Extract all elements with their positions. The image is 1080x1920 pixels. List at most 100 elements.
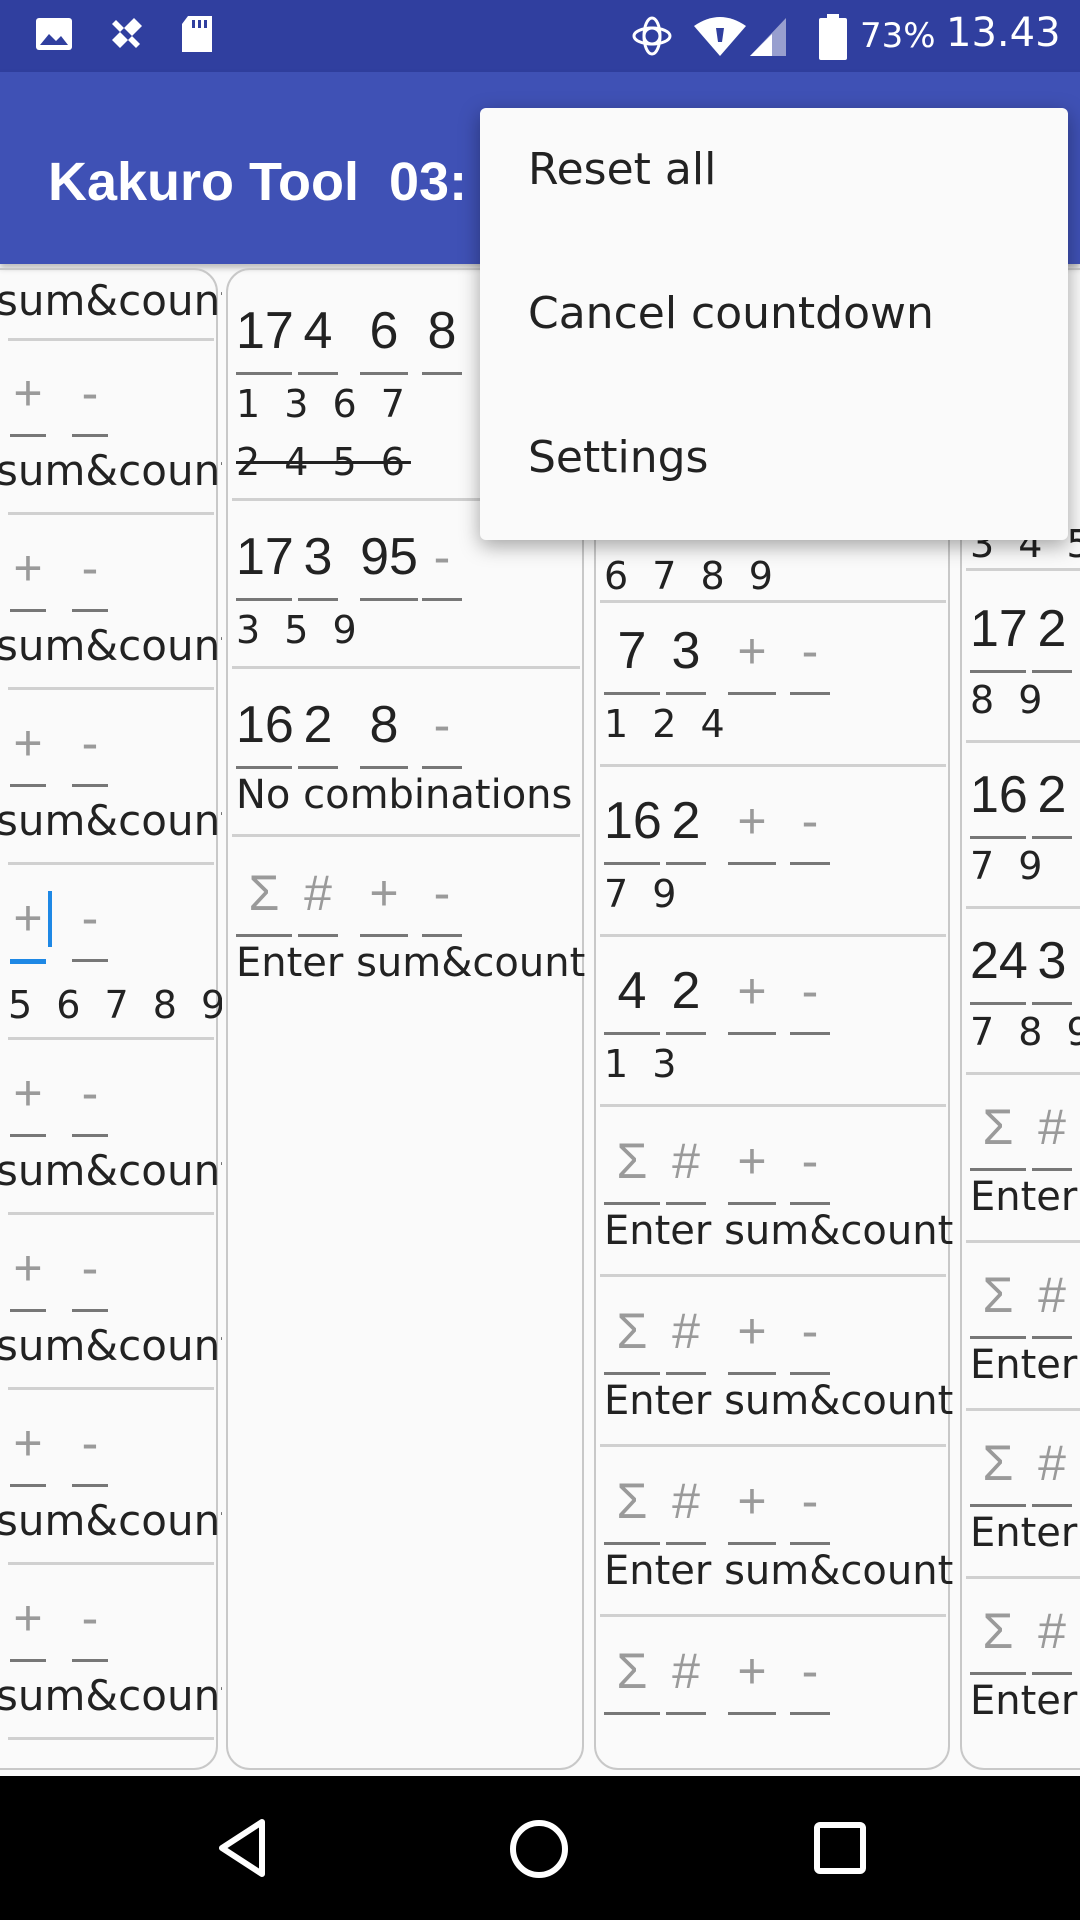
- include-field[interactable]: +: [10, 358, 46, 437]
- menu-item-settings[interactable]: Settings: [480, 396, 1068, 540]
- sum-field[interactable]: Σ: [236, 858, 292, 937]
- status-note: sum&count: [0, 1146, 222, 1195]
- exclude-field[interactable]: -: [72, 358, 108, 437]
- exclude-field[interactable]: -: [790, 1466, 830, 1545]
- menu-item-label: Cancel countdown: [528, 288, 934, 339]
- input-row: Σ # + -: [236, 846, 536, 946]
- sum-field[interactable]: Σ: [604, 1126, 660, 1205]
- row-divider: [600, 1274, 946, 1277]
- combination-list: 7 8 9: [970, 1010, 1080, 1054]
- include-field[interactable]: +: [728, 1466, 776, 1545]
- exclude-field[interactable]: -: [72, 533, 108, 612]
- include-field[interactable]: +: [728, 1126, 776, 1205]
- count-field[interactable]: #: [666, 1636, 706, 1715]
- exclude-field[interactable]: -: [790, 616, 830, 695]
- sum-field[interactable]: 16: [604, 786, 662, 865]
- exclude-field[interactable]: 8: [422, 296, 462, 375]
- include-field[interactable]: 95: [360, 522, 418, 601]
- include-field[interactable]: +: [728, 1636, 776, 1715]
- count-field[interactable]: #: [298, 858, 338, 937]
- count-field[interactable]: 2: [1032, 760, 1072, 839]
- row-divider: [966, 906, 1080, 909]
- exclude-field[interactable]: -: [790, 1636, 830, 1715]
- column-1: sum&count + - sum&count + - sum&count + - sum&cou…: [0, 264, 222, 1776]
- sum-field[interactable]: 17: [970, 594, 1028, 673]
- exclude-field[interactable]: -: [422, 858, 462, 937]
- exclude-field[interactable]: -: [790, 1296, 830, 1375]
- sum-field[interactable]: 16: [236, 690, 294, 769]
- count-field[interactable]: 2: [666, 786, 706, 865]
- include-field[interactable]: +: [10, 708, 46, 787]
- count-field[interactable]: #: [1032, 1092, 1072, 1171]
- sum-field[interactable]: 16: [970, 760, 1028, 839]
- tools-icon: [112, 18, 142, 48]
- include-field[interactable]: +: [728, 786, 776, 865]
- include-field[interactable]: 8: [360, 690, 408, 769]
- include-field[interactable]: +: [10, 883, 52, 964]
- status-note: sum&count: [0, 1321, 222, 1370]
- exclude-field[interactable]: -: [790, 1126, 830, 1205]
- exclude-field[interactable]: -: [422, 522, 462, 601]
- count-field[interactable]: #: [1032, 1428, 1072, 1507]
- status-note: Enter: [970, 1510, 1078, 1556]
- count-field[interactable]: #: [666, 1296, 706, 1375]
- include-field[interactable]: +: [360, 858, 408, 937]
- menu-item-reset-all[interactable]: Reset all: [480, 108, 1068, 252]
- sum-field[interactable]: 4: [604, 956, 660, 1035]
- exclude-field[interactable]: -: [790, 786, 830, 865]
- combination-list: 5 6 7 8 9: [8, 983, 222, 1027]
- include-field[interactable]: +: [10, 1408, 46, 1487]
- count-field[interactable]: #: [1032, 1260, 1072, 1339]
- home-icon[interactable]: [508, 1818, 570, 1880]
- sum-field[interactable]: Σ: [604, 1636, 660, 1715]
- row-divider: [8, 862, 214, 865]
- sum-field[interactable]: 17: [236, 522, 294, 601]
- sum-field[interactable]: Σ: [604, 1296, 660, 1375]
- exclude-field[interactable]: -: [72, 708, 108, 787]
- include-field[interactable]: +: [728, 956, 776, 1035]
- navigation-bar: [0, 1776, 1080, 1920]
- include-field[interactable]: +: [728, 616, 776, 695]
- count-field[interactable]: 2: [298, 690, 338, 769]
- include-field[interactable]: +: [10, 1583, 46, 1662]
- exclude-field[interactable]: -: [72, 883, 108, 962]
- recents-icon[interactable]: [812, 1820, 868, 1876]
- count-field[interactable]: #: [666, 1126, 706, 1205]
- sum-field[interactable]: Σ: [970, 1260, 1026, 1339]
- status-note: sum&count: [0, 1671, 222, 1720]
- count-field[interactable]: 3: [1032, 926, 1072, 1005]
- count-field[interactable]: 2: [666, 956, 706, 1035]
- count-field[interactable]: 4: [298, 296, 338, 375]
- include-field[interactable]: +: [10, 1233, 46, 1312]
- include-field[interactable]: 6: [360, 296, 408, 375]
- exclude-field[interactable]: -: [72, 1233, 108, 1312]
- sum-field[interactable]: 24: [970, 926, 1028, 1005]
- sum-field[interactable]: Σ: [970, 1092, 1026, 1171]
- exclude-field[interactable]: -: [72, 1058, 108, 1137]
- input-row: + -: [0, 1046, 210, 1146]
- sum-field[interactable]: Σ: [970, 1596, 1026, 1675]
- exclude-field[interactable]: -: [790, 956, 830, 1035]
- include-field[interactable]: +: [10, 1058, 46, 1137]
- include-field[interactable]: +: [10, 533, 46, 612]
- count-field[interactable]: #: [666, 1466, 706, 1545]
- sum-field[interactable]: 17: [236, 296, 294, 375]
- exclude-field[interactable]: -: [422, 690, 462, 769]
- menu-item-cancel-countdown[interactable]: Cancel countdown: [480, 252, 1068, 396]
- sum-field[interactable]: Σ: [970, 1428, 1026, 1507]
- count-field[interactable]: 3: [298, 522, 338, 601]
- include-field[interactable]: +: [728, 1296, 776, 1375]
- exclude-field[interactable]: -: [72, 1583, 108, 1662]
- sum-field[interactable]: 7: [604, 616, 660, 695]
- exclude-field[interactable]: -: [72, 1408, 108, 1487]
- status-note: Enter sum&count: [236, 940, 586, 986]
- count-field[interactable]: 2: [1032, 594, 1072, 673]
- input-row: 16 2: [970, 748, 1080, 848]
- sum-field[interactable]: Σ: [604, 1466, 660, 1545]
- count-field[interactable]: 3: [666, 616, 706, 695]
- image-icon: [36, 18, 72, 50]
- count-field[interactable]: #: [1032, 1596, 1072, 1675]
- back-icon[interactable]: [212, 1816, 272, 1880]
- input-row: Σ # + -: [604, 1454, 904, 1554]
- input-row: 24 3: [970, 914, 1080, 1014]
